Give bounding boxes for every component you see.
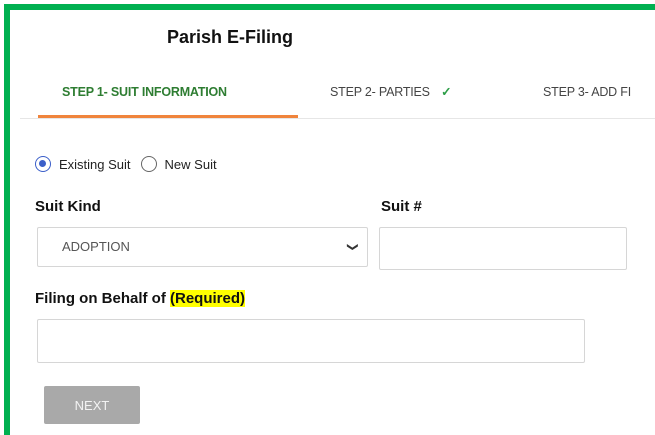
tab-step-1[interactable]: STEP 1- SUIT INFORMATION [38, 78, 298, 118]
behalf-label: Filing on Behalf of (Required) [35, 290, 245, 307]
page-title: Parish E-Filing [167, 27, 294, 47]
suit-type-radio-group: Existing Suit New Suit [35, 153, 227, 175]
required-badge: (Required) [170, 290, 245, 307]
suit-number-input[interactable] [379, 227, 627, 270]
tab-step-2-label: STEP 2- PARTIES [330, 85, 430, 99]
suit-kind-value: ADOPTION [62, 239, 130, 254]
suit-kind-label: Suit Kind [35, 198, 101, 215]
tab-step-3[interactable]: STEP 3- ADD FI [543, 78, 631, 118]
behalf-label-text: Filing on Behalf of [35, 290, 166, 307]
next-button[interactable]: NEXT [44, 386, 140, 424]
tab-step-1-label: STEP 1- SUIT INFORMATION [62, 85, 227, 99]
chevron-down-icon: ❯ [346, 242, 359, 252]
new-suit-label: New Suit [164, 156, 217, 172]
suit-number-label: Suit # [381, 198, 422, 215]
behalf-input[interactable] [37, 319, 585, 363]
tab-step-3-label: STEP 3- ADD FI [543, 85, 631, 99]
new-suit-radio[interactable] [140, 156, 157, 172]
existing-suit-radio[interactable] [35, 156, 51, 172]
check-icon: ✓ [441, 85, 452, 99]
existing-suit-label: Existing Suit [59, 156, 131, 172]
suit-kind-select[interactable]: ADOPTION ❯ [37, 227, 368, 267]
step-tabs: STEP 1- SUIT INFORMATION STEP 2- PARTIES… [20, 78, 655, 119]
tab-step-2[interactable]: STEP 2- PARTIES ✓ [330, 78, 452, 118]
green-frame [4, 4, 655, 435]
